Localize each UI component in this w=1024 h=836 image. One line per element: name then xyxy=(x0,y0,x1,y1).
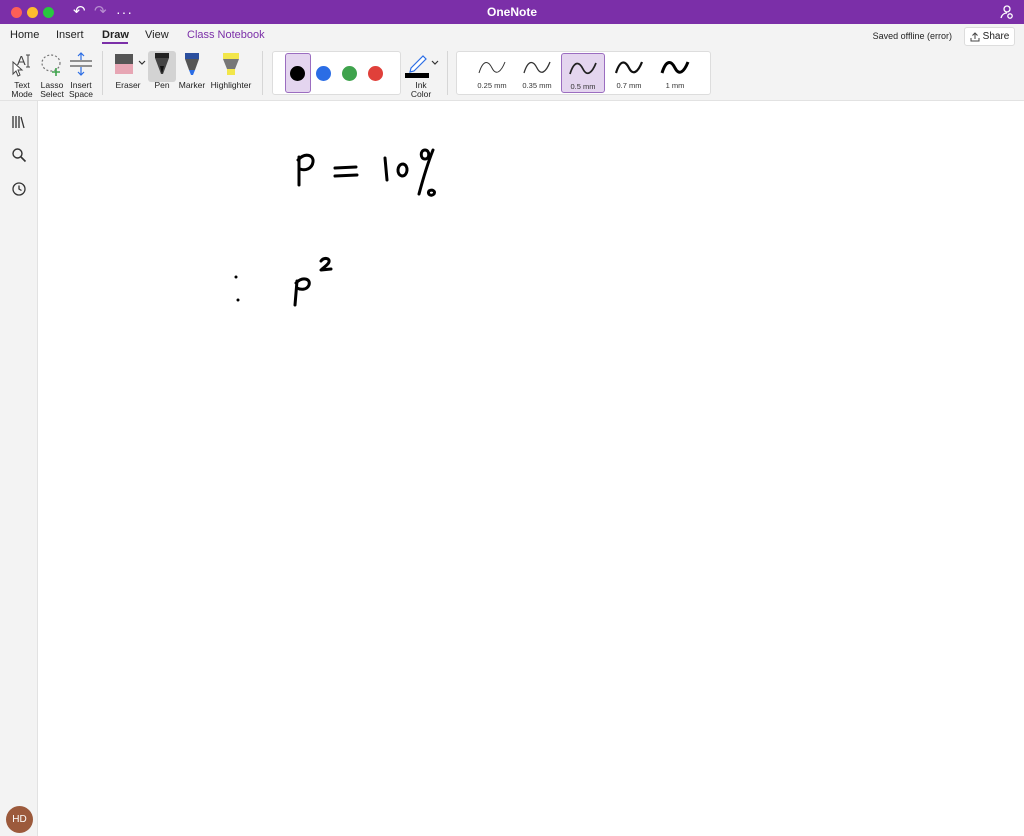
highlighter-icon xyxy=(223,53,239,75)
tab-class-notebook[interactable]: Class Notebook xyxy=(187,29,265,41)
onenote-window: ↶ ↷ ··· OneNote Home Insert Draw View Cl… xyxy=(0,0,1024,836)
pen-icon xyxy=(155,53,169,74)
highlighter-button[interactable]: Highlighter xyxy=(210,50,252,90)
save-status: Saved offline (error) xyxy=(872,31,952,41)
color-swatch-black[interactable] xyxy=(290,66,305,81)
active-tab-indicator xyxy=(102,42,128,44)
ink-color-button[interactable]: Ink Color xyxy=(403,50,439,99)
tab-draw[interactable]: Draw xyxy=(102,29,129,41)
width-label: 0.25 mm xyxy=(477,81,507,90)
eraser-icon xyxy=(115,54,146,74)
color-swatch-green[interactable] xyxy=(342,66,357,81)
insert-space-icon xyxy=(70,52,92,76)
svg-text:A: A xyxy=(17,53,26,68)
width-option-0-5[interactable]: 0.5 mm xyxy=(561,53,605,93)
ink-color-icon xyxy=(405,55,439,78)
width-option-0-25[interactable]: 0.25 mm xyxy=(470,53,514,93)
ink-stroke xyxy=(383,156,389,182)
ink-dot xyxy=(234,275,238,279)
highlighter-label: Highlighter xyxy=(210,80,252,90)
ribbon-divider xyxy=(102,51,103,95)
recent-clock-icon[interactable] xyxy=(11,181,27,197)
share-label: Share xyxy=(982,31,1010,42)
eraser-label: Eraser xyxy=(115,80,141,90)
eraser-button[interactable]: Eraser xyxy=(110,50,146,90)
ink-stroke xyxy=(319,257,333,272)
lasso-label-2: Select xyxy=(40,89,64,99)
insert-space-label-2: Space xyxy=(68,89,94,99)
note-canvas[interactable] xyxy=(39,101,1024,836)
ink-drawing xyxy=(234,148,436,307)
ink-stroke xyxy=(396,162,409,178)
marker-label: Marker xyxy=(178,80,206,90)
ribbon-divider xyxy=(447,51,448,95)
stroke-width-icon xyxy=(569,62,597,75)
width-label: 1 mm xyxy=(665,81,685,90)
insert-space-button[interactable]: Insert Space xyxy=(66,50,96,99)
notebooks-icon[interactable] xyxy=(11,114,27,130)
search-icon[interactable] xyxy=(11,147,27,163)
ink-color-label-2: Color xyxy=(410,89,432,99)
width-option-0-7[interactable]: 0.7 mm xyxy=(607,53,651,93)
pen-label: Pen xyxy=(154,80,170,90)
width-label: 0.7 mm xyxy=(616,81,642,90)
share-icon xyxy=(970,31,980,41)
ink-stroke xyxy=(333,165,358,170)
pen-color-palette xyxy=(272,51,401,95)
color-swatch-red[interactable] xyxy=(368,66,383,81)
stroke-width-icon xyxy=(478,61,506,74)
color-swatch-blue[interactable] xyxy=(316,66,331,81)
ink-stroke xyxy=(419,148,431,161)
tab-insert[interactable]: Insert xyxy=(56,29,84,41)
stroke-width-icon xyxy=(660,61,690,74)
ink-dot xyxy=(236,298,240,302)
width-label: 0.35 mm xyxy=(522,81,552,90)
title-bar: ↶ ↷ ··· OneNote xyxy=(0,0,1024,24)
navigation-rail: HD xyxy=(0,101,38,836)
ink-stroke xyxy=(333,173,359,178)
marker-button[interactable]: Marker xyxy=(177,50,207,90)
text-mode-button[interactable]: A Text Mode xyxy=(7,50,37,99)
draw-ribbon: A Text Mode Lasso Select Insert Space Er… xyxy=(0,47,1024,101)
pen-width-palette: 0.25 mm 0.35 mm 0.5 mm 0.7 mm 1 mm xyxy=(456,51,711,95)
width-option-0-35[interactable]: 0.35 mm xyxy=(515,53,559,93)
ink-stroke xyxy=(427,188,436,197)
ribbon-tabs: Home Insert Draw View Class Notebook xyxy=(0,24,1024,47)
user-avatar[interactable]: HD xyxy=(6,806,33,833)
stroke-width-icon xyxy=(614,61,644,74)
marker-icon xyxy=(185,53,199,75)
text-mode-label-2: Mode xyxy=(11,89,33,99)
ribbon-divider xyxy=(262,51,263,95)
lasso-icon xyxy=(41,54,61,76)
stroke-width-icon xyxy=(523,61,551,74)
collaborators-icon[interactable] xyxy=(998,4,1014,20)
tab-home[interactable]: Home xyxy=(10,29,39,41)
ink-stroke xyxy=(293,279,299,307)
pen-button[interactable]: Pen xyxy=(148,50,176,90)
text-mode-icon: A xyxy=(12,53,30,77)
tab-view[interactable]: View xyxy=(145,29,169,41)
width-label: 0.5 mm xyxy=(570,82,596,91)
share-button[interactable]: Share xyxy=(964,27,1015,46)
width-option-1[interactable]: 1 mm xyxy=(653,53,697,93)
lasso-select-button[interactable]: Lasso Select xyxy=(37,50,67,99)
app-title: OneNote xyxy=(486,5,537,19)
